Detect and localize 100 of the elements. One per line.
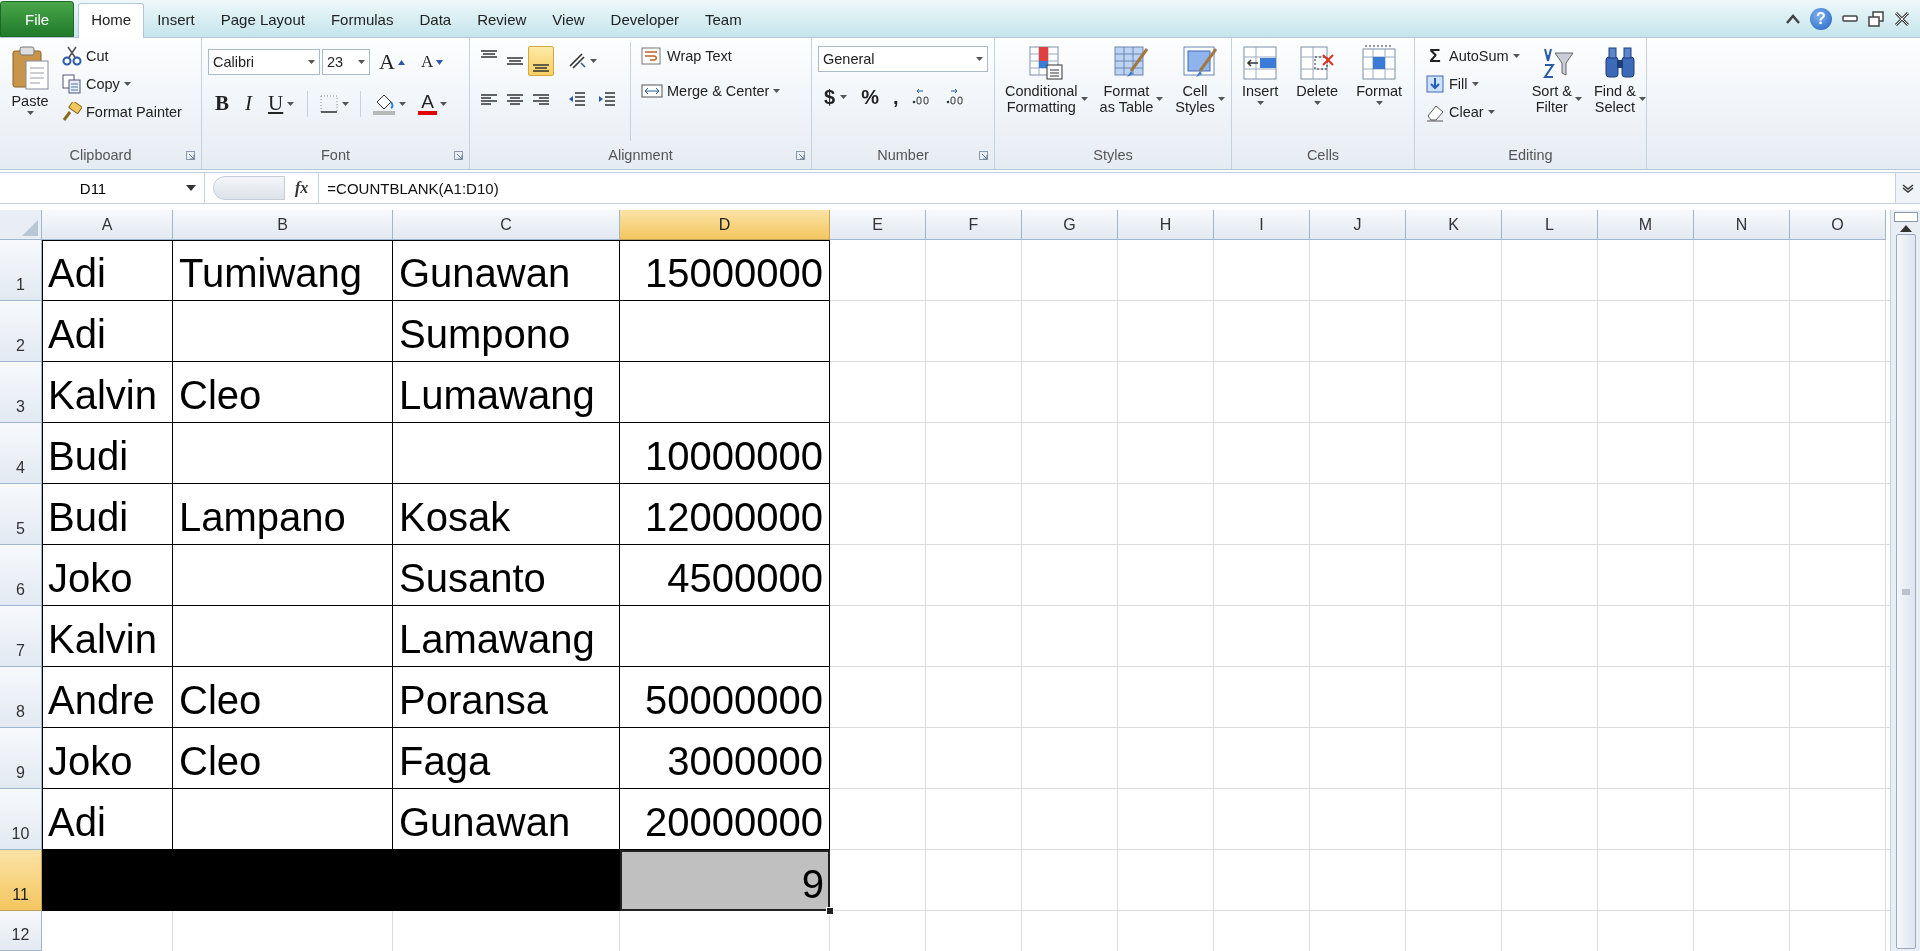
spreadsheet-cell[interactable]: Tumiwang (173, 240, 393, 301)
file-tab[interactable]: File (0, 1, 75, 37)
number-format-dropdown[interactable]: General (818, 46, 988, 72)
clear-button[interactable]: Clear (1421, 98, 1524, 125)
underline-button[interactable]: U (261, 88, 302, 119)
column-header[interactable]: J (1310, 210, 1406, 240)
column-header[interactable]: A (42, 210, 173, 240)
row-header[interactable]: 3 (0, 362, 42, 423)
spreadsheet-cell[interactable]: Cleo (173, 362, 393, 423)
delete-button[interactable]: Delete (1292, 42, 1343, 141)
name-box[interactable]: D11 (0, 173, 205, 203)
row-header[interactable]: 6 (0, 545, 42, 606)
row-header[interactable]: 1 (0, 240, 42, 301)
shrink-font-button[interactable]: A (413, 49, 451, 75)
find-select-button[interactable]: Find & Select (1589, 42, 1650, 141)
ribbon-tab[interactable]: Review (464, 3, 540, 37)
minimize-icon[interactable] (1842, 14, 1858, 23)
ribbon-tab[interactable]: View (539, 3, 598, 37)
row-header[interactable]: 11 (0, 850, 42, 911)
spreadsheet-cell[interactable]: 10000000 (620, 423, 830, 484)
column-header[interactable]: O (1790, 210, 1886, 240)
spreadsheet-cell[interactable]: Budi (42, 423, 173, 484)
spreadsheet-cell[interactable]: Lamawang (393, 606, 620, 667)
spreadsheet-cell[interactable] (393, 850, 620, 911)
spreadsheet-cell[interactable] (173, 545, 393, 606)
insert-function-button[interactable]: fx (285, 173, 319, 203)
sort-filter-button[interactable]: Sort & Filter (1527, 42, 1586, 141)
fill-button[interactable]: Fill (1421, 70, 1524, 97)
format-button[interactable]: Format (1352, 42, 1407, 141)
column-header[interactable]: D (620, 210, 830, 240)
column-header[interactable]: G (1022, 210, 1118, 240)
currency-button[interactable]: $ (818, 82, 854, 112)
bold-button[interactable]: B (208, 88, 236, 119)
column-header[interactable]: B (173, 210, 393, 240)
spreadsheet-cell[interactable]: 50000000 (620, 667, 830, 728)
spreadsheet-cell[interactable]: Lampano (173, 484, 393, 545)
spreadsheet-cell[interactable]: Andre (42, 667, 173, 728)
column-header[interactable]: H (1118, 210, 1214, 240)
font-color-button[interactable]: A (413, 88, 452, 119)
format-as-table-button[interactable]: Format as Table (1095, 42, 1168, 141)
autosum-button[interactable]: Σ AutoSum (1421, 42, 1524, 69)
spreadsheet-cell[interactable]: 15000000 (620, 240, 830, 301)
column-header[interactable]: C (393, 210, 620, 240)
font-name-dropdown[interactable]: Calibri (208, 49, 320, 75)
column-header[interactable]: E (830, 210, 926, 240)
spreadsheet-cell[interactable]: Adi (42, 240, 173, 301)
font-size-dropdown[interactable]: 23 (322, 49, 370, 75)
scroll-up-icon[interactable] (1899, 224, 1912, 232)
vertical-scrollbar[interactable] (1890, 210, 1920, 951)
column-header[interactable]: I (1214, 210, 1310, 240)
dialog-launcher-icon[interactable] (796, 151, 805, 160)
spreadsheet-cell[interactable]: Susanto (393, 545, 620, 606)
comma-style-button[interactable]: , (886, 82, 905, 112)
row-header[interactable]: 5 (0, 484, 42, 545)
insert-button[interactable]: Insert (1238, 42, 1283, 141)
grow-font-button[interactable]: A (372, 46, 412, 78)
restore-icon[interactable] (1868, 10, 1884, 27)
copy-button[interactable]: Copy (58, 70, 186, 97)
spreadsheet-cell[interactable]: Joko (42, 728, 173, 789)
row-header[interactable]: 9 (0, 728, 42, 789)
spreadsheet-cell[interactable]: Faga (393, 728, 620, 789)
spreadsheet-cell[interactable]: Kalvin (42, 362, 173, 423)
spreadsheet-cell[interactable]: 4500000 (620, 545, 830, 606)
caret-icon[interactable] (186, 185, 196, 191)
ribbon-tab[interactable]: Formulas (317, 3, 407, 37)
ribbon-tab[interactable]: Page Layout (207, 3, 318, 37)
merge-center-button[interactable]: Merge & Center (637, 77, 785, 104)
spreadsheet-cell[interactable]: Joko (42, 545, 173, 606)
column-header[interactable]: L (1502, 210, 1598, 240)
spreadsheet-cell[interactable]: Lumawang (393, 362, 620, 423)
ribbon-tab[interactable]: Developer (597, 3, 692, 37)
spreadsheet-cell[interactable] (393, 423, 620, 484)
fill-handle[interactable] (826, 907, 834, 915)
spreadsheet-cell[interactable]: Gunawan (393, 240, 620, 301)
ribbon-tab[interactable]: Team (691, 3, 755, 37)
wrap-text-button[interactable]: Wrap Text (637, 42, 785, 69)
paste-button[interactable]: Paste (6, 42, 54, 141)
ribbon-tab[interactable]: Data (406, 3, 465, 37)
spreadsheet-cell[interactable] (42, 850, 173, 911)
row-header[interactable]: 2 (0, 301, 42, 362)
cell-styles-button[interactable]: Cell Styles (1171, 42, 1229, 141)
spreadsheet-cell[interactable]: Kalvin (42, 606, 173, 667)
percent-button[interactable]: % (855, 82, 885, 112)
cut-button[interactable]: Cut (58, 42, 186, 69)
dialog-launcher-icon[interactable] (979, 151, 988, 160)
row-header[interactable]: 4 (0, 423, 42, 484)
column-header[interactable]: M (1598, 210, 1694, 240)
format-painter-button[interactable]: Format Painter (58, 98, 186, 125)
spreadsheet-cell[interactable] (173, 423, 393, 484)
spreadsheet-cell[interactable] (173, 301, 393, 362)
spreadsheet-cell[interactable]: Poransa (393, 667, 620, 728)
spreadsheet-cell[interactable] (620, 301, 830, 362)
close-icon[interactable] (1894, 10, 1910, 27)
ribbon-tab[interactable]: Home (78, 3, 145, 38)
row-header[interactable]: 8 (0, 667, 42, 728)
column-header[interactable]: F (926, 210, 1022, 240)
spreadsheet-cell[interactable]: Cleo (173, 728, 393, 789)
row-header[interactable]: 12 (0, 911, 42, 951)
spreadsheet-cell[interactable] (620, 362, 830, 423)
collapse-ribbon-icon[interactable] (1786, 13, 1800, 24)
